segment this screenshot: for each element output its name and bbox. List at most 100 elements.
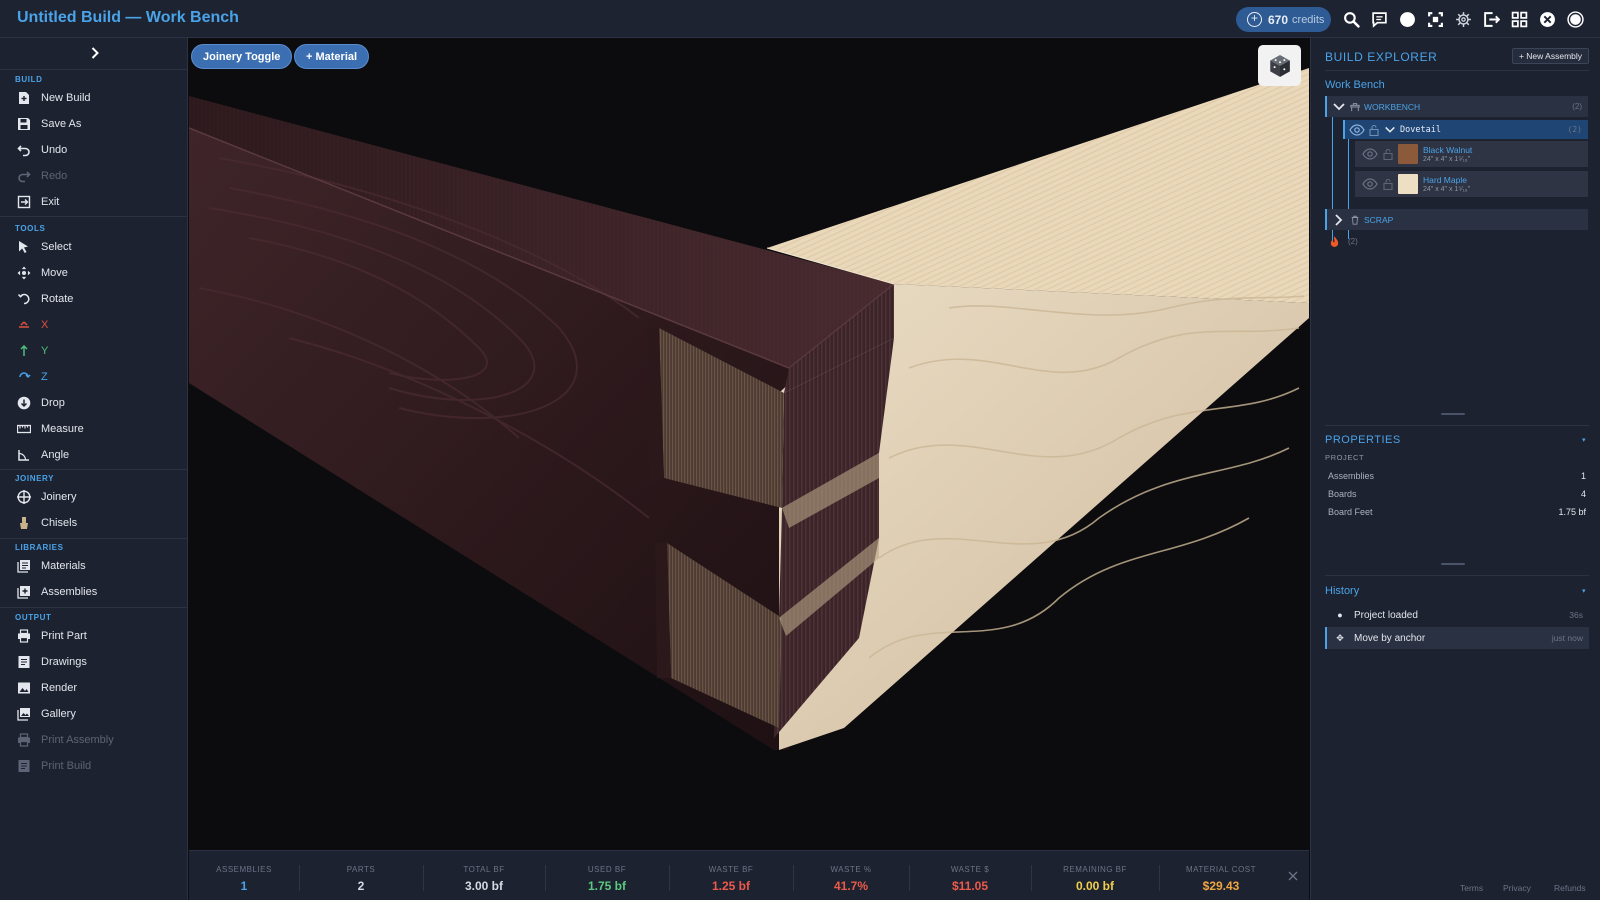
gear-icon[interactable]: [1454, 10, 1472, 28]
chevron-down-icon[interactable]: [1384, 124, 1396, 136]
privacy-link[interactable]: Privacy: [1503, 883, 1531, 893]
sidebar-item-undo[interactable]: Undo: [0, 139, 188, 161]
property-label: Boards: [1328, 489, 1357, 499]
tree-node-label: WORKBENCH: [1364, 101, 1421, 112]
tree-node-workbench[interactable]: WORKBENCH (2): [1325, 96, 1588, 117]
eye-icon[interactable]: [1349, 123, 1365, 136]
sidebar-item-axis-y[interactable]: Y: [0, 340, 188, 362]
caret-down-icon[interactable]: ▾: [1582, 436, 1586, 444]
sidebar-item-axis-z[interactable]: Z: [0, 366, 188, 388]
sidebar-item-rotate[interactable]: Rotate: [0, 288, 188, 310]
sidebar-item-save-as[interactable]: Save As: [0, 113, 188, 135]
sidebar-item-label: Select: [41, 241, 72, 253]
save-icon: [16, 116, 32, 132]
stat-total-bf: TOTAL BF 3.00 bf: [423, 851, 545, 900]
tree-node-dovetail[interactable]: Dovetail (2): [1343, 120, 1588, 139]
sidebar-item-label: Exit: [41, 196, 60, 208]
rotate-icon: [16, 291, 32, 307]
property-label: Assemblies: [1328, 471, 1375, 481]
stat-remaining-bf: REMAINING BF 0.00 bf: [1031, 851, 1159, 900]
gallery-icon: [16, 706, 32, 722]
eye-icon[interactable]: [1362, 178, 1378, 190]
property-value: 1: [1580, 471, 1586, 481]
frame-icon[interactable]: [1426, 10, 1444, 28]
sidebar-item-label: Materials: [41, 560, 86, 572]
3d-viewport[interactable]: Joinery Toggle + Material: [189, 38, 1309, 850]
sidebar-item-render[interactable]: Render: [0, 677, 188, 699]
tree-node-material[interactable]: Black Walnut 24" x 4" x 1⁵⁄₁₆": [1355, 141, 1588, 167]
tree-node-scrap[interactable]: SCRAP: [1325, 209, 1588, 230]
view-cube[interactable]: [1258, 45, 1301, 86]
material-name: Hard Maple: [1423, 175, 1467, 185]
sidebar-item-print-part[interactable]: Print Part: [0, 625, 188, 647]
properties-title[interactable]: PROPERTIES: [1325, 434, 1401, 446]
sidebar-item-drawings[interactable]: Drawings: [0, 651, 188, 673]
refunds-link[interactable]: Refunds: [1554, 883, 1586, 893]
credits-button[interactable]: + 670 credits: [1236, 7, 1331, 32]
resize-handle[interactable]: [1441, 413, 1465, 415]
search-icon[interactable]: [1342, 10, 1360, 28]
sidebar-item-label: Y: [41, 345, 49, 357]
lock-icon[interactable]: [1382, 148, 1394, 160]
close-circle-icon[interactable]: [1538, 10, 1556, 28]
sidebar-item-redo[interactable]: Redo: [0, 165, 188, 187]
chat-icon[interactable]: [1370, 10, 1388, 28]
sidebar-item-exit[interactable]: Exit: [0, 191, 188, 213]
sidebar-item-measure[interactable]: Measure: [0, 418, 188, 440]
divider: [0, 469, 188, 470]
sidebar-item-print-build[interactable]: Print Build: [0, 755, 188, 777]
sidebar-item-label: Z: [41, 371, 48, 383]
sidebar-item-new-build[interactable]: New Build: [0, 87, 188, 109]
build-explorer-panel: BUILD EXPLORER + New Assembly Work Bench…: [1310, 38, 1600, 900]
stat-value: 3.00 bf: [464, 879, 503, 893]
sidebar-item-print-assembly[interactable]: Print Assembly: [0, 729, 188, 751]
sidebar-item-assemblies[interactable]: Assemblies: [0, 581, 188, 603]
chevron-down-icon[interactable]: [1332, 100, 1346, 114]
close-icon[interactable]: [1287, 869, 1299, 881]
eye-icon[interactable]: [1362, 148, 1378, 160]
image-icon: [16, 680, 32, 696]
user-avatar-icon[interactable]: [1566, 10, 1584, 28]
terms-link[interactable]: Terms: [1460, 883, 1483, 893]
caret-down-icon[interactable]: ▾: [1582, 587, 1586, 595]
add-material-button[interactable]: + Material: [294, 44, 370, 69]
history-title[interactable]: History: [1325, 585, 1359, 597]
sidebar-item-axis-x[interactable]: X: [0, 314, 188, 336]
sidebar: BUILD New Build Save As Undo Redo Exit T…: [0, 38, 188, 900]
sidebar-item-select[interactable]: Select: [0, 236, 188, 258]
maple-top-face: [767, 68, 1309, 303]
circle-icon[interactable]: [1398, 10, 1416, 28]
exit-icon[interactable]: [1482, 10, 1500, 28]
sidebar-item-joinery[interactable]: Joinery: [0, 486, 188, 508]
project-name[interactable]: Work Bench: [1325, 79, 1385, 91]
sidebar-item-gallery[interactable]: Gallery: [0, 703, 188, 725]
dovetail-joint-scene[interactable]: [189, 38, 1309, 850]
stat-parts: PARTS 2: [299, 851, 423, 900]
app-title: Untitled Build — Work Bench: [17, 9, 239, 26]
tree-node-material[interactable]: Hard Maple 24" x 4" x 1⁵⁄₁₆": [1355, 171, 1588, 197]
sidebar-item-materials[interactable]: Materials: [0, 555, 188, 577]
property-value: 1.75 bf: [1558, 507, 1586, 517]
grid-icon[interactable]: [1510, 10, 1528, 28]
chevron-right-icon[interactable]: [88, 46, 102, 60]
divider: [1325, 425, 1589, 426]
scrap-fire-row[interactable]: (2): [1329, 235, 1358, 248]
sidebar-item-angle[interactable]: Angle: [0, 444, 188, 466]
sidebar-item-chisels[interactable]: Chisels: [0, 512, 188, 534]
chevron-right-icon[interactable]: [1332, 213, 1346, 227]
lock-icon[interactable]: [1368, 124, 1380, 136]
section-heading-build: BUILD: [15, 75, 43, 84]
stat-label: TOTAL BF: [463, 865, 505, 874]
axis-y-icon: [16, 343, 32, 359]
axis-z-icon: [16, 369, 32, 385]
joinery-toggle-button[interactable]: Joinery Toggle: [191, 44, 293, 69]
resize-handle[interactable]: [1441, 563, 1465, 565]
new-assembly-button[interactable]: + New Assembly: [1512, 48, 1589, 64]
sidebar-item-label: Render: [41, 682, 78, 694]
history-item-active[interactable]: ✥ Move by anchor just now: [1325, 627, 1589, 649]
stat-label: PARTS: [346, 865, 376, 874]
sidebar-item-move[interactable]: Move: [0, 262, 188, 284]
sidebar-item-drop[interactable]: Drop: [0, 392, 188, 414]
history-item[interactable]: ● Project loaded 36s: [1325, 604, 1589, 626]
lock-icon[interactable]: [1382, 178, 1394, 190]
